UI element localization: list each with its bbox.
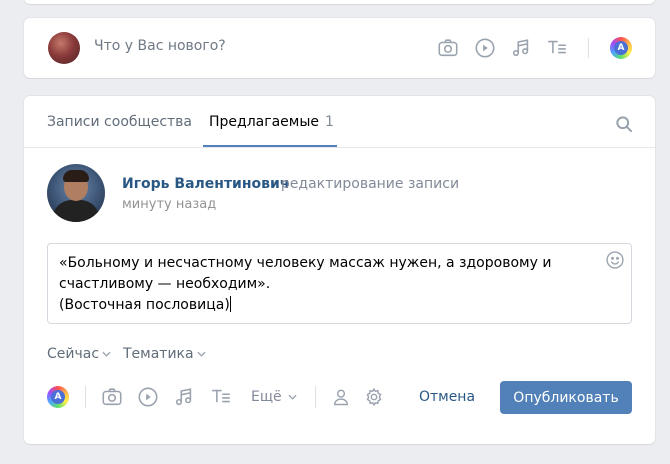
text-format-icon[interactable] xyxy=(546,37,568,59)
text-caret xyxy=(229,296,231,312)
chevron-down-icon xyxy=(288,388,297,404)
cancel-button[interactable]: Отмена xyxy=(402,381,492,413)
suggested-posts-card: Записи сообщества Предлагаемые 1 Игорь Ва… xyxy=(24,96,655,444)
video-icon[interactable] xyxy=(474,37,496,59)
tab-count-badge: 1 xyxy=(325,114,334,130)
more-attachments-dropdown[interactable]: Ещё xyxy=(251,388,297,405)
avatar-badge-icon[interactable]: A xyxy=(47,386,69,408)
video-icon[interactable] xyxy=(137,386,159,408)
post-text-editor[interactable]: «Больному и несчастному человеку массаж … xyxy=(47,243,632,324)
avatar-badge-icon[interactable]: A xyxy=(610,37,632,59)
previous-card xyxy=(24,0,655,4)
toolbar-divider xyxy=(85,386,86,408)
toolbar-divider xyxy=(588,38,589,58)
author-name-link[interactable]: Игорь Валентинович xyxy=(122,176,289,192)
topic-dropdown[interactable]: Тематика xyxy=(123,345,206,362)
emoji-icon[interactable] xyxy=(605,250,625,270)
camera-icon[interactable] xyxy=(101,386,123,408)
music-icon[interactable] xyxy=(173,386,195,408)
publish-button[interactable]: Опубликовать xyxy=(500,381,632,414)
tabs-divider xyxy=(24,147,655,148)
schedule-dropdown[interactable]: Сейчас xyxy=(47,345,111,362)
toolbar-divider xyxy=(315,386,316,408)
camera-icon[interactable] xyxy=(437,37,459,59)
post-text-content: «Больному и несчастному человеку массаж … xyxy=(59,255,552,313)
new-post-composer[interactable]: Что у Вас нового? A xyxy=(24,18,655,78)
composer-placeholder[interactable]: Что у Вас нового? xyxy=(94,38,226,54)
text-format-icon[interactable] xyxy=(210,386,232,408)
music-icon[interactable] xyxy=(510,37,532,59)
chevron-down-icon xyxy=(102,345,111,361)
tab-community-posts[interactable]: Записи сообщества xyxy=(47,114,192,130)
post-timestamp: минуту назад xyxy=(122,197,217,212)
tab-suggested[interactable]: Предлагаемые 1 xyxy=(209,114,334,130)
search-icon[interactable] xyxy=(614,114,634,134)
user-icon[interactable] xyxy=(331,387,351,407)
gear-icon[interactable] xyxy=(364,387,384,407)
user-avatar[interactable] xyxy=(48,32,80,64)
author-avatar[interactable] xyxy=(47,164,105,222)
chevron-down-icon xyxy=(197,345,206,361)
post-action-label: · редактирование записи xyxy=(272,176,460,192)
